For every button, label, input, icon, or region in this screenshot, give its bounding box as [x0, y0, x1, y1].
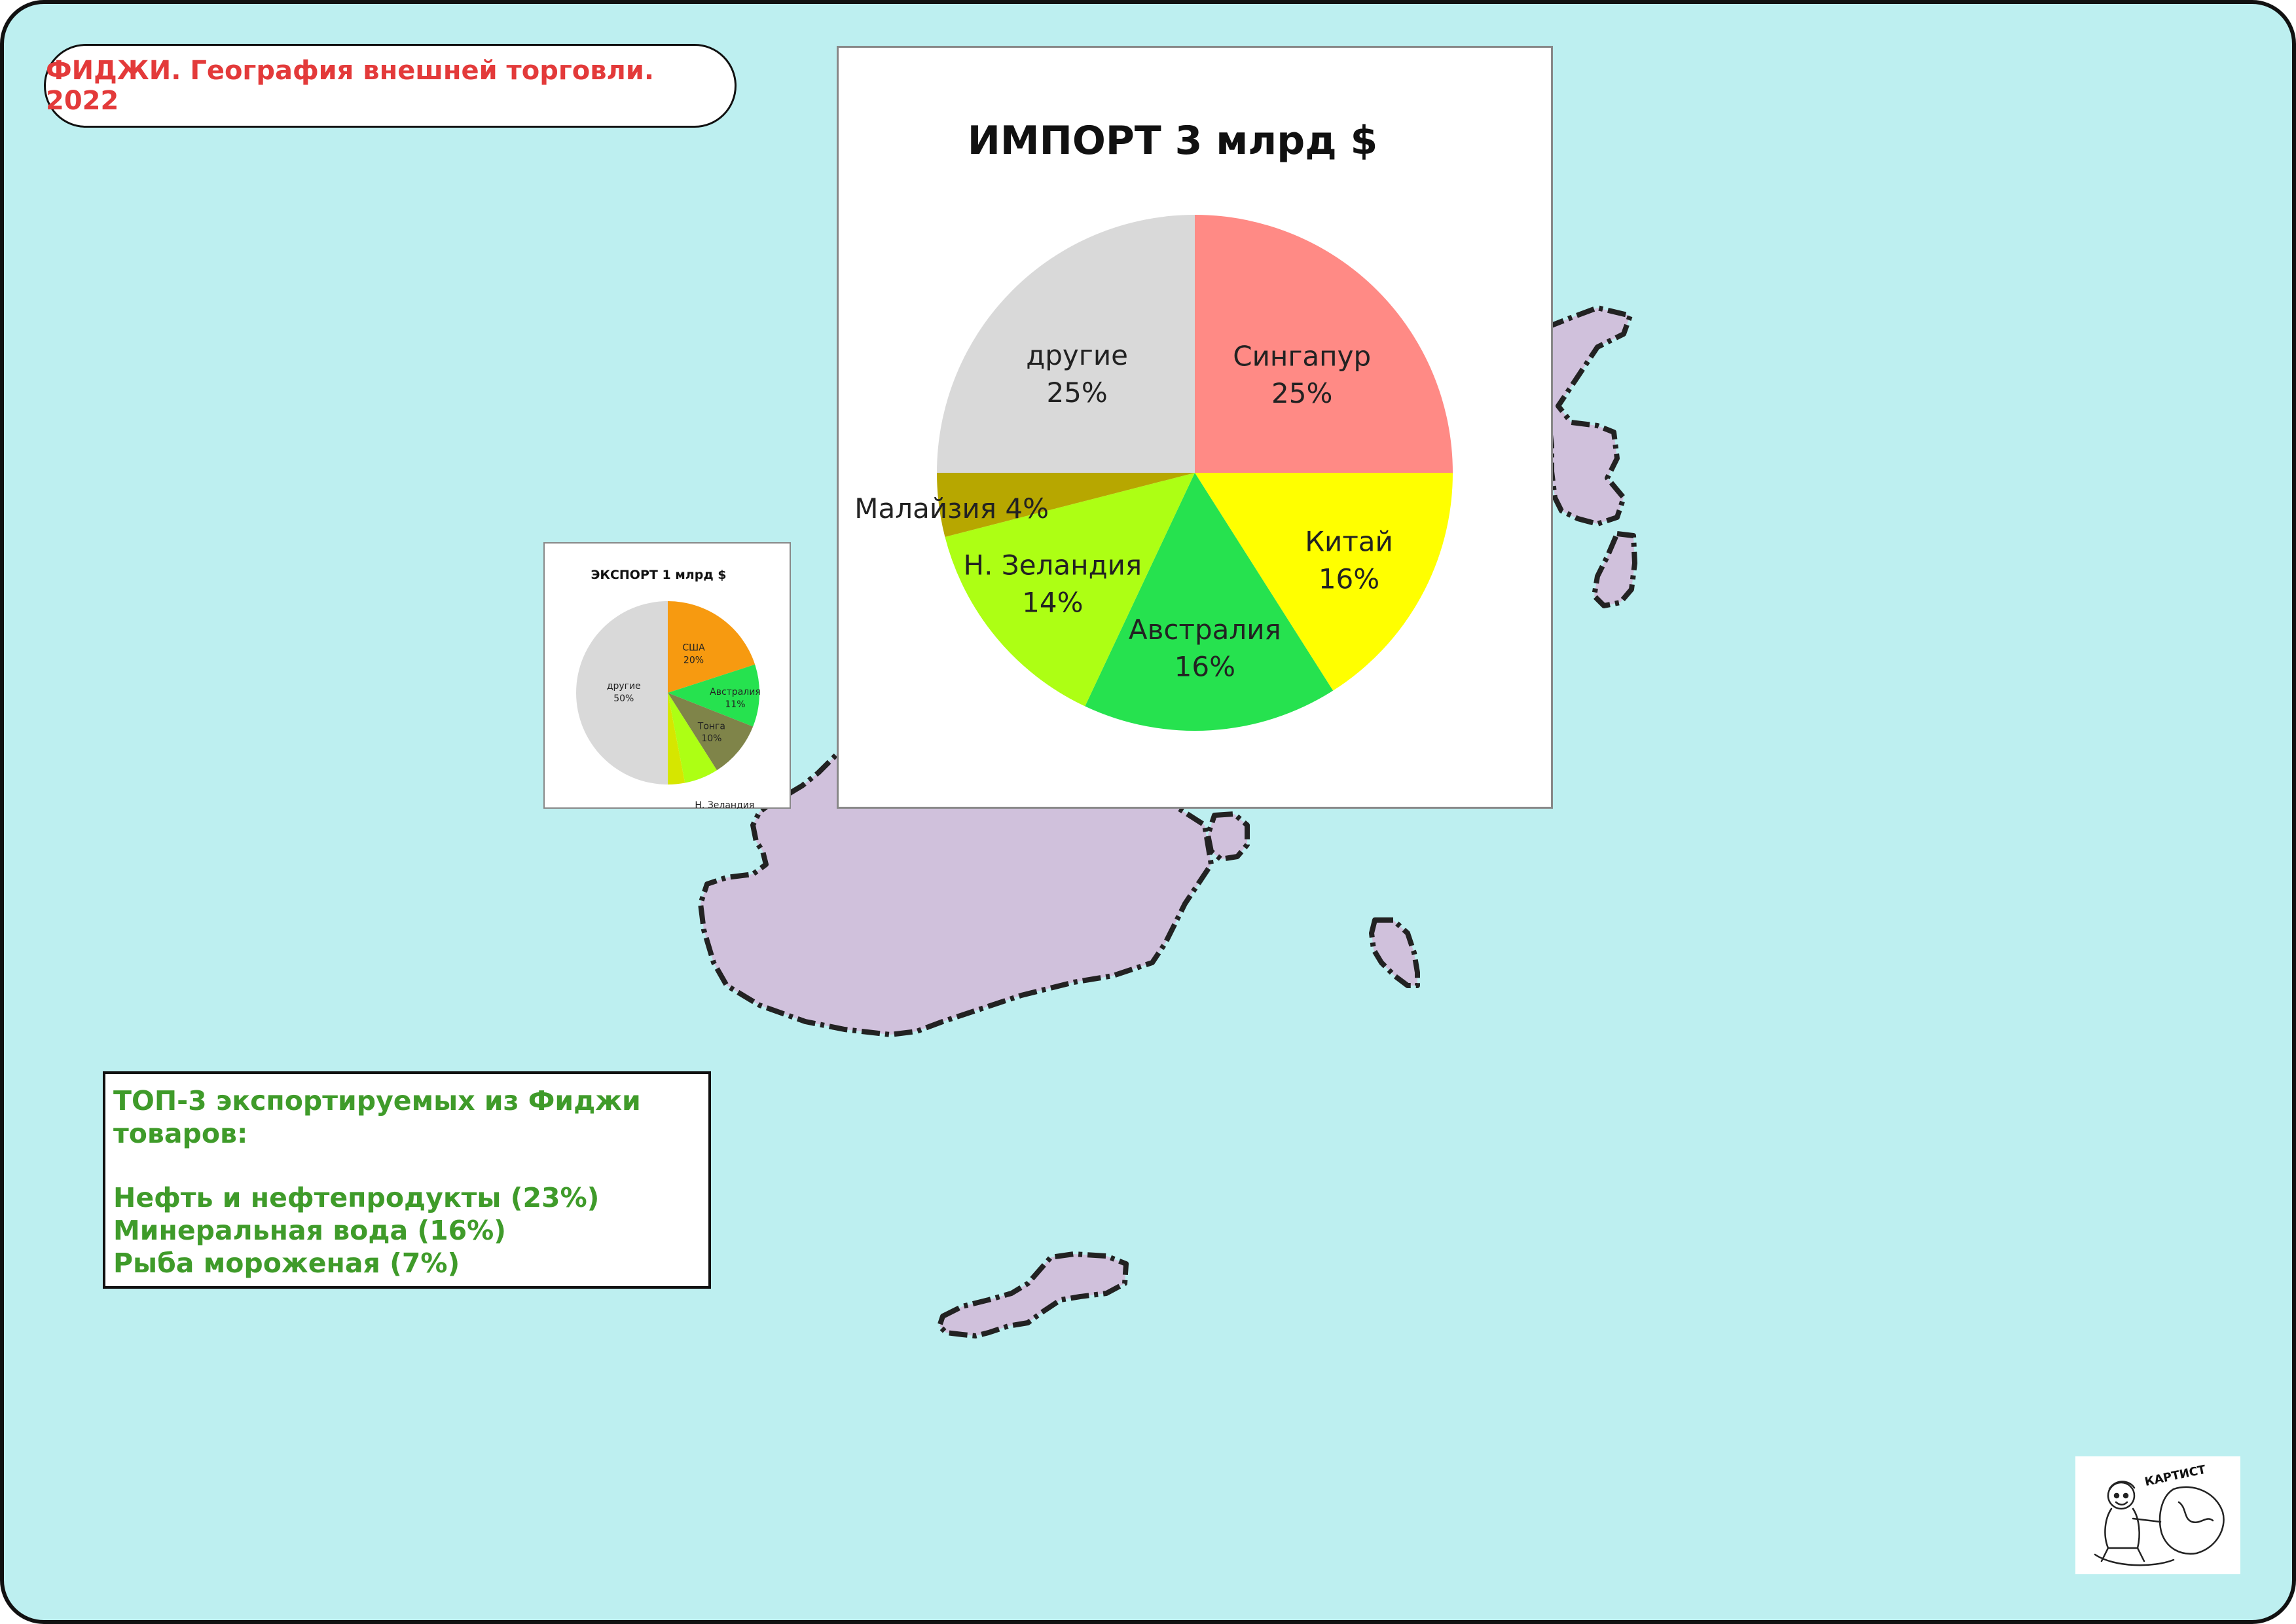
pie-value-label: 14%: [1022, 586, 1083, 618]
pie-value-label: 50%: [613, 693, 634, 704]
pie-label: Тонга: [697, 721, 725, 731]
pie-label: Н. Зеландия: [963, 549, 1142, 581]
map-stage: ФИДЖИ. География внешней торговли. 2022 …: [0, 0, 2296, 1624]
top3-item: Нефть и нефтепродукты (23%): [113, 1182, 600, 1213]
kartist-logo: КАРТИСТ: [2075, 1456, 2240, 1574]
pie-value-label: 16%: [1319, 563, 1379, 595]
pie-value-label: 20%: [683, 655, 704, 666]
top3-spacer: [113, 1150, 701, 1181]
pie-label: Сингапур: [1233, 340, 1371, 372]
cartoon-cartographer-icon: КАРТИСТ: [2094, 1463, 2225, 1566]
pie-label: Австралия: [1129, 614, 1281, 646]
top3-heading-line2: товаров:: [113, 1118, 248, 1149]
top3-heading-line1: ТОП-3 экспортируемых из Фиджи: [113, 1085, 641, 1116]
pie-value-label: 16%: [1175, 650, 1235, 682]
pie-value-label: 11%: [725, 699, 745, 710]
import-chart: ИМПОРТ 3 млрд $ Сингапур 25% Китай 16% Австр…: [837, 46, 1553, 809]
map-title: ФИДЖИ. География внешней торговли. 2022: [44, 44, 737, 128]
pie-value-label: 10%: [701, 733, 721, 744]
top3-item: Минеральная вода (16%): [113, 1215, 507, 1246]
pie-value-label: 25%: [1271, 377, 1332, 409]
pie-label: другие: [1026, 339, 1128, 371]
pie-label: Н. Зеландия: [695, 800, 754, 809]
top3-exports-box: ТОП-3 экспортируемых из Фиджи товаров: Н…: [103, 1071, 711, 1289]
pie-label: Китай: [1305, 526, 1393, 558]
pie-label: Малайзия 4%: [854, 492, 1049, 525]
export-chart-title: ЭКСПОРТ 1 млрд $: [591, 568, 726, 582]
logo-label: КАРТИСТ: [2143, 1463, 2208, 1489]
pie-label: США: [682, 643, 705, 654]
top3-item: Рыба мороженая (7%): [113, 1247, 460, 1279]
island-ovalau: [1205, 811, 1250, 862]
pie-label: Австралия: [710, 687, 761, 697]
export-chart: ЭКСПОРТ 1 млрд $ США20% Австралия 11% Тонга…: [543, 542, 791, 809]
pie-label: другие: [607, 681, 641, 692]
pie-value-label: 25%: [1046, 377, 1107, 409]
import-chart-title: ИМПОРТ 3 млрд $: [968, 118, 1378, 164]
